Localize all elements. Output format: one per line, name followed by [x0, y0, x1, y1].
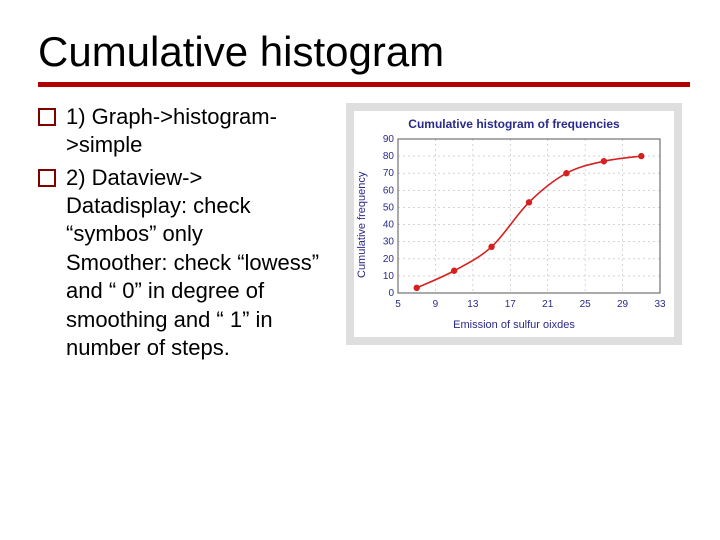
bullet-2-sub-2: Smoother: check “lowess” and “ 0” in deg… [66, 249, 338, 363]
page-title: Cumulative histogram [38, 28, 690, 76]
svg-text:13: 13 [467, 299, 479, 310]
svg-text:5: 5 [395, 299, 401, 310]
title-underline [38, 82, 690, 87]
bullet-1: 1) Graph->histogram->simple [66, 103, 338, 158]
bullet-square-icon [38, 169, 56, 187]
bullet-list: 1) Graph->histogram->simple 2) Dataview-… [38, 103, 338, 369]
svg-text:90: 90 [383, 135, 395, 145]
svg-text:40: 40 [383, 220, 395, 231]
y-axis-label: Cumulative frequency [354, 135, 370, 315]
svg-text:25: 25 [580, 299, 592, 310]
svg-text:60: 60 [383, 185, 395, 196]
chart-plot-area: 0 10 20 30 40 50 60 70 80 90 5 9 13 17 21 25 29 33 [370, 135, 666, 315]
svg-text:0: 0 [388, 288, 394, 299]
svg-text:9: 9 [433, 299, 439, 310]
svg-text:10: 10 [383, 271, 395, 282]
svg-text:20: 20 [383, 254, 395, 265]
svg-text:70: 70 [383, 168, 395, 179]
bullet-2: 2) Dataview-> [66, 164, 202, 192]
svg-text:21: 21 [542, 299, 554, 310]
bullet-2-sub-1: Datadisplay: check “symbos” only [66, 192, 338, 249]
x-axis-label: Emission of sulfur oixdes [354, 315, 674, 337]
svg-text:80: 80 [383, 151, 395, 162]
svg-text:33: 33 [654, 299, 666, 310]
chart-panel: Cumulative histogram of frequencies Cumu… [346, 103, 682, 345]
svg-text:29: 29 [617, 299, 629, 310]
svg-text:17: 17 [505, 299, 517, 310]
bullet-square-icon [38, 108, 56, 126]
svg-text:30: 30 [383, 237, 395, 248]
svg-text:50: 50 [383, 202, 395, 213]
chart-title: Cumulative histogram of frequencies [354, 111, 674, 135]
